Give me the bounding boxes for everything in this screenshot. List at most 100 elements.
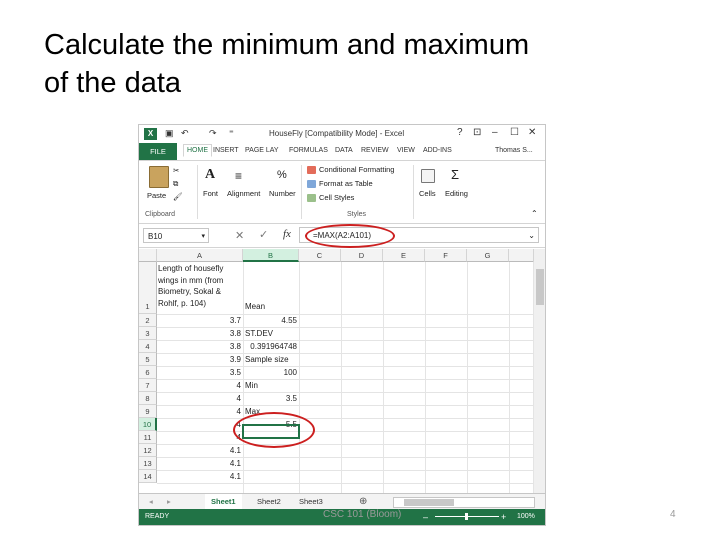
column-header-c[interactable]: C	[299, 249, 341, 262]
row-header[interactable]: 6	[139, 366, 157, 379]
cell-b-value[interactable]: Min	[245, 379, 297, 392]
undo-icon[interactable]: ↶	[181, 128, 189, 139]
row-header[interactable]: 4	[139, 340, 157, 353]
cell-a-value[interactable]: 4.1	[158, 444, 241, 457]
zoom-slider[interactable]	[435, 513, 499, 520]
font-button[interactable]: Font	[203, 189, 218, 198]
row-header[interactable]: 2	[139, 314, 157, 327]
select-all-corner[interactable]	[139, 249, 157, 262]
sheet-tab-sheet3[interactable]: Sheet3	[293, 494, 329, 509]
tab-data[interactable]: DATA	[335, 147, 353, 154]
save-icon[interactable]: ▣	[165, 128, 174, 139]
user-account[interactable]: Thomas S...	[495, 147, 533, 154]
cell-styles-button[interactable]: Cell Styles	[319, 193, 354, 202]
scroll-thumb[interactable]	[536, 269, 544, 305]
cell-b-value[interactable]	[245, 457, 297, 470]
tab-home[interactable]: HOME	[183, 144, 212, 157]
row-header[interactable]: 9	[139, 405, 157, 418]
customize-qat-icon[interactable]: ⁼	[229, 128, 234, 139]
font-icon[interactable]: A	[205, 167, 215, 183]
tab-add-ins[interactable]: ADD-INS	[423, 147, 452, 154]
cut-icon[interactable]: ✂	[173, 166, 179, 175]
cell-a-value[interactable]: 4	[158, 405, 241, 418]
help-icon[interactable]: ?	[457, 127, 463, 138]
horizontal-scrollbar[interactable]	[393, 497, 535, 508]
cell-a-value[interactable]: 4.1	[158, 470, 241, 483]
cells-button[interactable]: Cells	[419, 189, 436, 198]
sheet-tab-sheet2[interactable]: Sheet2	[251, 494, 287, 509]
cell-a-value[interactable]: 4	[158, 431, 241, 444]
cell-b-value[interactable]: 0.391964748	[245, 340, 297, 353]
row-header[interactable]: 11	[139, 431, 157, 444]
tab-insert[interactable]: INSERT	[213, 147, 239, 154]
tab-review[interactable]: REVIEW	[361, 147, 389, 154]
row-header[interactable]: 1	[139, 262, 157, 314]
tab-page-layout[interactable]: PAGE LAY	[245, 147, 279, 154]
new-sheet-icon[interactable]: ⊕	[353, 494, 373, 509]
row-header[interactable]: 8	[139, 392, 157, 405]
cell-b-value[interactable]	[245, 470, 297, 483]
cell-a-value[interactable]: 4	[158, 418, 241, 431]
column-header-g[interactable]: G	[467, 249, 509, 262]
column-header-d[interactable]: D	[341, 249, 383, 262]
cell-a-value[interactable]: 3.5	[158, 366, 241, 379]
cell-b-value[interactable]: ST.DEV	[245, 327, 297, 340]
column-header-f[interactable]: F	[425, 249, 467, 262]
row-header[interactable]: 7	[139, 379, 157, 392]
copy-icon[interactable]: ⧉	[173, 179, 178, 189]
column-header-a[interactable]: A	[157, 249, 243, 262]
scroll-thumb[interactable]	[404, 499, 454, 506]
cell-b-value[interactable]: Mean	[245, 300, 297, 313]
spreadsheet-grid[interactable]: A B C D E F G 1 2 3 4 5 6 7 8 9 10 11 12 13 14 Mean 3.…	[139, 249, 545, 493]
expand-formula-icon[interactable]: ⌄	[528, 228, 535, 243]
paste-icon[interactable]	[149, 166, 169, 188]
paste-button[interactable]: Paste	[147, 191, 166, 200]
tab-file[interactable]: FILE	[139, 143, 177, 160]
number-button[interactable]: Number	[269, 189, 296, 198]
enter-icon[interactable]: ✓	[259, 228, 268, 241]
editing-button[interactable]: Editing	[445, 189, 468, 198]
name-box[interactable]: B10 ▾	[143, 228, 209, 243]
insert-function-icon[interactable]: fx	[283, 228, 291, 240]
cell-a-value[interactable]: 3.9	[158, 353, 241, 366]
row-header[interactable]: 10	[139, 418, 157, 431]
cell-b-value[interactable]: 100	[245, 366, 297, 379]
vertical-scrollbar[interactable]	[533, 249, 545, 493]
cell-b-value[interactable]: 4.55	[245, 314, 297, 327]
redo-icon[interactable]: ↷	[209, 128, 217, 139]
format-as-table-button[interactable]: Format as Table	[319, 179, 373, 188]
cell-a-value[interactable]: 3.8	[158, 327, 241, 340]
zoom-out-icon[interactable]: –	[423, 509, 428, 525]
cell-a-value[interactable]: 4	[158, 379, 241, 392]
tab-formulas[interactable]: FORMULAS	[289, 147, 328, 154]
cell-a-value[interactable]: 4.1	[158, 457, 241, 470]
close-icon[interactable]: ✕	[528, 127, 536, 138]
alignment-icon[interactable]: ≡	[235, 169, 242, 183]
cancel-icon[interactable]: ✕	[235, 229, 244, 242]
format-painter-icon[interactable]: 🖌	[173, 192, 183, 201]
scroll-sheets-left-icon[interactable]: ◂	[143, 494, 159, 509]
cell-a-value[interactable]: 3.8	[158, 340, 241, 353]
row-header[interactable]: 5	[139, 353, 157, 366]
collapse-ribbon-icon[interactable]: ⌃	[531, 209, 538, 218]
cell-a-value[interactable]: 3.7	[158, 314, 241, 327]
row-header[interactable]: 13	[139, 457, 157, 470]
chevron-down-icon[interactable]: ▾	[201, 229, 205, 244]
cell-a-value[interactable]: 4	[158, 392, 241, 405]
ribbon-display-icon[interactable]: ⊡	[473, 127, 481, 138]
row-header[interactable]: 12	[139, 444, 157, 457]
conditional-formatting-button[interactable]: Conditional Formatting	[319, 165, 394, 174]
cell-b-value[interactable]: 3.5	[245, 392, 297, 405]
maximize-icon[interactable]: ☐	[510, 127, 519, 138]
alignment-button[interactable]: Alignment	[227, 189, 260, 198]
row-header[interactable]: 14	[139, 470, 157, 483]
scroll-sheets-right-icon[interactable]: ▸	[161, 494, 177, 509]
cell-a1-description[interactable]: Length of housefly wings in mm (from Bio…	[158, 263, 242, 309]
cell-b-value[interactable]: Sample size	[245, 353, 297, 366]
column-header-e[interactable]: E	[383, 249, 425, 262]
column-header-b[interactable]: B	[243, 249, 299, 262]
zoom-slider-thumb[interactable]	[465, 513, 468, 520]
minimize-icon[interactable]: –	[492, 127, 498, 138]
row-header[interactable]: 3	[139, 327, 157, 340]
zoom-level[interactable]: 100%	[517, 509, 535, 525]
